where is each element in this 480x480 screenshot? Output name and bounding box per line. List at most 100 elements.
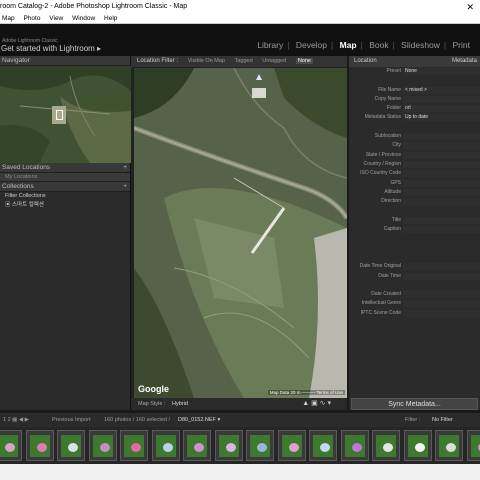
metadata-value-field[interactable] — [403, 95, 480, 103]
metadata-value-field[interactable] — [403, 198, 480, 206]
metadata-value-field[interactable] — [403, 179, 480, 187]
module-map[interactable]: Map — [340, 40, 357, 50]
menu-view[interactable]: View — [49, 15, 63, 22]
filmstrip-thumbnail[interactable] — [403, 430, 432, 461]
metadata-label: Direction — [381, 198, 401, 205]
menu-map[interactable]: Map — [2, 15, 15, 22]
map-style-select[interactable]: Hybrid — [172, 401, 188, 407]
metadata-row: Copy Name — [349, 95, 480, 104]
metadata-value-field[interactable] — [403, 151, 480, 159]
module-library[interactable]: Library — [257, 40, 283, 50]
metadata-value-field[interactable] — [403, 188, 480, 196]
google-logo: Google — [138, 384, 169, 394]
filmstrip-thumbnail[interactable] — [183, 430, 211, 461]
module-develop[interactable]: Develop — [296, 40, 327, 50]
filmstrip-thumbnail[interactable] — [57, 430, 85, 461]
saved-locations-header[interactable]: Saved Locations + — [0, 163, 130, 173]
menu-photo[interactable]: Photo — [23, 15, 40, 22]
thumbnail-image — [250, 435, 270, 457]
filmstrip-thumbnail[interactable] — [88, 430, 117, 461]
metadata-value-field[interactable] — [403, 309, 480, 317]
my-locations-item[interactable]: My Locations — [0, 173, 130, 182]
flower-image — [68, 443, 78, 452]
module-print[interactable]: Print — [453, 40, 470, 50]
thumbnail-image — [124, 435, 144, 457]
filmstrip-thumbnail[interactable] — [246, 430, 274, 461]
thumbnail-image — [281, 435, 302, 457]
metadata-value-field[interactable] — [403, 142, 480, 150]
metadata-value-field[interactable] — [403, 272, 480, 280]
metadata-value-field[interactable] — [403, 105, 480, 113]
navigator-satellite-image — [0, 66, 131, 163]
thumbnail-image — [187, 435, 207, 457]
metadata-value-field[interactable] — [403, 226, 480, 234]
metadata-row — [349, 234, 480, 243]
filmstrip-thumbnail[interactable] — [309, 430, 337, 461]
map-attribution[interactable]: Map Data 20 m ——— Terms of Use — [267, 390, 345, 395]
filter-untagged[interactable]: Untagged — [262, 58, 286, 64]
filmstrip — [0, 427, 480, 464]
metadata-row: Direction — [349, 197, 480, 206]
flower-image — [320, 443, 330, 452]
module-slideshow[interactable]: Slideshow — [401, 40, 440, 50]
metadata-value-field[interactable] — [403, 300, 480, 308]
filmstrip-thumbnail[interactable] — [340, 430, 369, 461]
metadata-value-field[interactable] — [403, 160, 480, 168]
filter-visible-on-map[interactable]: Visible On Map — [188, 58, 225, 64]
thumbnail-image — [470, 435, 480, 457]
metadata-value: None — [405, 68, 417, 74]
navigator-map[interactable] — [0, 66, 131, 163]
metadata-value-field[interactable] — [403, 216, 480, 224]
source-previous-import[interactable]: Previous Import — [52, 413, 91, 427]
map-toolbar-icons[interactable]: ▲ ▣ ∿ ▾ — [302, 398, 331, 410]
metadata-value-field[interactable] — [403, 133, 480, 141]
location-filter-bar: Location Filter : Visible On Map Tagged … — [131, 56, 347, 67]
navigator-header[interactable]: Navigator — [0, 56, 130, 66]
filmstrip-thumbnail[interactable] — [435, 430, 463, 461]
get-started-link[interactable]: Get started with Lightroom ▸ — [1, 44, 101, 53]
menu-window[interactable]: Window — [72, 15, 95, 22]
collections-header[interactable]: Collections + — [0, 182, 130, 192]
filmstrip-thumbnail[interactable] — [151, 430, 180, 461]
metadata-value-field[interactable] — [403, 291, 480, 299]
navigator-viewport-box[interactable] — [56, 110, 63, 120]
filmstrip-nav-icons[interactable]: 1 2 ▦ ◀ ▶ — [3, 413, 29, 427]
metadata-label: File Name — [378, 86, 401, 93]
module-book[interactable]: Book — [369, 40, 388, 50]
selected-file[interactable]: D80_0152.NEF ▾ — [178, 413, 220, 427]
thumbnail-image — [376, 435, 396, 457]
metadata-value-field[interactable] — [403, 170, 480, 178]
filmstrip-thumbnail[interactable] — [0, 430, 22, 461]
add-collection-icon[interactable]: + — [123, 182, 127, 192]
metadata-label: Sublocation — [374, 133, 401, 140]
metadata-row — [349, 206, 480, 215]
filter-select[interactable]: No Filter — [432, 413, 453, 427]
close-icon[interactable]: ✕ — [466, 0, 474, 14]
metadata-row: GPS — [349, 179, 480, 188]
filter-tagged[interactable]: Tagged — [235, 58, 253, 64]
metadata-row: Altitude — [349, 188, 480, 197]
filmstrip-thumbnail[interactable] — [214, 430, 243, 461]
taskbar-strip — [0, 464, 480, 480]
satellite-map[interactable]: Google Map Data 20 m ——— Terms of Use — [134, 68, 347, 398]
metadata-value-field[interactable] — [403, 263, 480, 271]
sync-metadata-button[interactable]: Sync Metadata... — [351, 398, 478, 410]
metadata-row: Country / Region — [349, 160, 480, 169]
flower-image — [257, 443, 267, 452]
collection-item[interactable]: ▣ 스마트 컬렉션 — [0, 201, 130, 210]
filmstrip-thumbnail[interactable] — [466, 430, 480, 461]
photo-count: 160 photos / 160 selected / — [104, 417, 171, 423]
menu-help[interactable]: Help — [104, 15, 117, 22]
menu-bar: Map Photo View Window Help — [0, 14, 480, 24]
filter-none[interactable]: None — [295, 58, 313, 64]
metadata-panel-title[interactable]: Metadata — [452, 56, 477, 67]
filmstrip-thumbnail[interactable] — [120, 430, 148, 461]
filmstrip-thumbnail[interactable] — [277, 430, 306, 461]
filmstrip-thumbnail[interactable] — [372, 430, 400, 461]
add-location-icon[interactable]: + — [123, 163, 127, 173]
thumbnail-image — [313, 435, 333, 457]
thumbnail-image — [344, 435, 365, 457]
filter-collections-field[interactable]: Filter Collections — [0, 192, 130, 201]
filmstrip-thumbnail[interactable] — [25, 430, 54, 461]
location-preset-select[interactable]: Location — [354, 56, 377, 67]
